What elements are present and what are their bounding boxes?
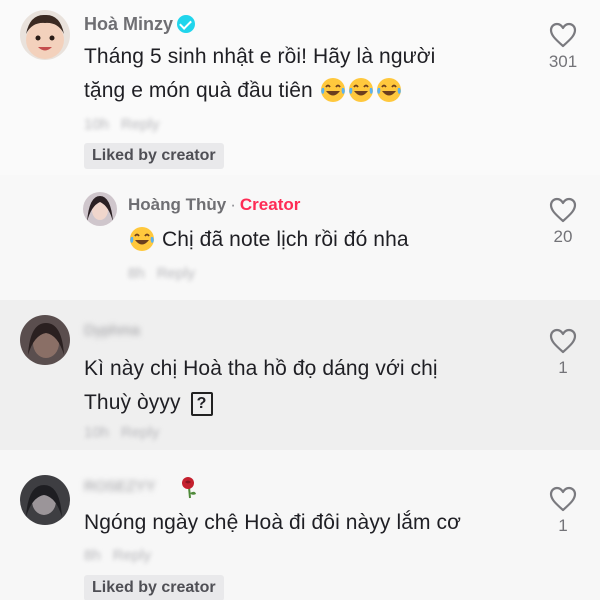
like-count: 20 bbox=[553, 227, 573, 246]
heart-outline-icon[interactable] bbox=[549, 22, 577, 48]
username[interactable]: ROSEZYY bbox=[84, 478, 156, 495]
reply-button[interactable]: Reply bbox=[121, 116, 159, 133]
comment-text: Ngóng ngày chệ Hoà đi đôi nàyy lắm cơ bbox=[84, 511, 462, 534]
tears-of-joy-emoji bbox=[128, 227, 156, 251]
comment-item: ROSEZYY Ngóng ngày chệ Hoà đi đôi nàyy l… bbox=[0, 450, 600, 600]
avatar[interactable] bbox=[20, 475, 70, 525]
comment-meta: 8h Reply bbox=[84, 547, 163, 564]
heart-outline-icon[interactable] bbox=[549, 197, 577, 223]
comment-meta: 10h Reply bbox=[84, 424, 171, 441]
like-count: 1 bbox=[558, 516, 568, 535]
comment-meta: 10h Reply bbox=[84, 116, 171, 133]
avatar[interactable] bbox=[20, 315, 70, 365]
liked-by-creator-badge: Liked by creator bbox=[84, 143, 224, 169]
reply-button[interactable]: Reply bbox=[121, 424, 159, 441]
reply-button[interactable]: Reply bbox=[113, 547, 151, 564]
reply-comment-item: Hoàng Thùy · Creator Chị đã note lịch rồi … bbox=[0, 175, 600, 300]
heart-outline-icon[interactable] bbox=[549, 328, 577, 354]
avatar[interactable] bbox=[20, 10, 70, 60]
comment-time: 10h bbox=[84, 424, 110, 441]
like-button[interactable]: 1 bbox=[538, 328, 588, 378]
username[interactable]: Dyphma bbox=[84, 322, 140, 339]
rose-emoji bbox=[178, 475, 200, 504]
comment-time: 8h bbox=[128, 265, 145, 282]
comment-text: Chị đã note lịch rồi đó nha bbox=[128, 223, 409, 257]
avatar[interactable] bbox=[83, 192, 117, 226]
comment-time: 8h bbox=[84, 547, 101, 564]
tears-of-joy-emoji bbox=[319, 78, 403, 102]
like-button[interactable]: 1 bbox=[538, 486, 588, 536]
verified-badge-icon bbox=[177, 15, 196, 33]
creator-label: Creator bbox=[239, 195, 301, 214]
heart-outline-icon[interactable] bbox=[549, 486, 577, 512]
like-button[interactable]: 301 bbox=[538, 22, 588, 72]
like-count: 1 bbox=[558, 358, 568, 377]
comment-text: Kì này chị Hoà tha hồ đọ dáng với chị Th… bbox=[84, 357, 438, 416]
like-button[interactable]: 20 bbox=[538, 197, 588, 247]
unsupported-glyph-icon: ? bbox=[190, 392, 213, 416]
comment-item: Hoà Minzy Tháng 5 sinh nhật e rồi! Hãy l… bbox=[0, 0, 600, 175]
comment-meta: 8h Reply bbox=[128, 265, 207, 282]
comment-text: Tháng 5 sinh nhật e rồi! Hãy là người tặ… bbox=[84, 45, 436, 102]
reply-button[interactable]: Reply bbox=[157, 265, 195, 282]
comment-item: Dyphma Kì này chị Hoà tha hồ đọ dáng với… bbox=[0, 300, 600, 450]
username[interactable]: Hoà Minzy bbox=[84, 14, 196, 35]
liked-by-creator-badge: Liked by creator bbox=[84, 575, 224, 600]
username[interactable]: Hoàng Thùy · Creator bbox=[128, 195, 300, 215]
comment-time: 10h bbox=[84, 116, 110, 133]
like-count: 301 bbox=[548, 52, 578, 71]
